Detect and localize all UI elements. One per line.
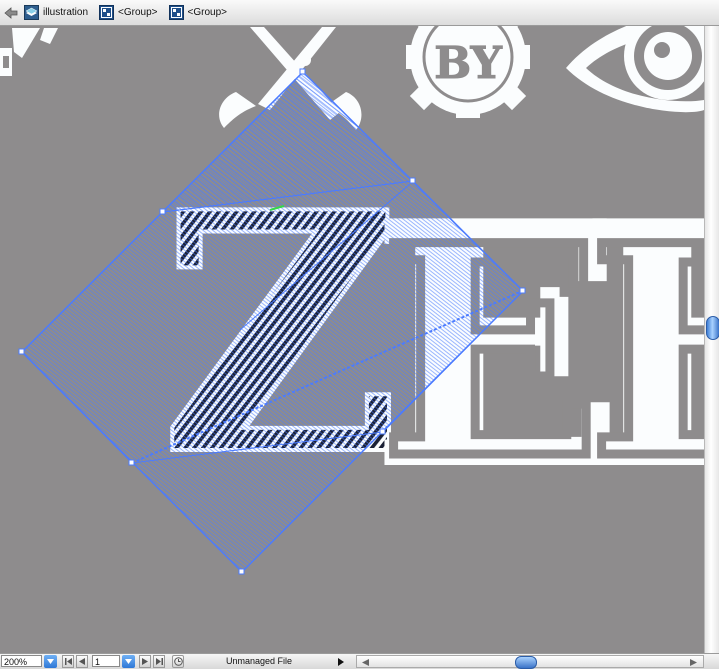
breadcrumb-label: <Group>: [118, 7, 158, 18]
status-options-button[interactable]: [172, 655, 184, 668]
vertical-scroll-thumb[interactable]: [706, 316, 719, 340]
letter-e-second: E E: [577, 149, 704, 543]
first-page-button[interactable]: [62, 655, 74, 668]
page-field[interactable]: 1: [92, 655, 120, 667]
scroll-right-button[interactable]: [687, 657, 699, 668]
group-icon: [99, 5, 115, 20]
previous-page-button[interactable]: [76, 655, 88, 668]
group-icon: [168, 5, 184, 20]
by-cog-badge: BY: [406, 26, 530, 118]
next-page-icon: [142, 658, 148, 665]
status-text: Unmanaged File: [226, 656, 293, 666]
scroll-left-button[interactable]: [359, 657, 371, 668]
play-right-icon: [338, 657, 344, 666]
vertical-scrollbar[interactable]: [704, 26, 719, 653]
breadcrumb-item-illustration[interactable]: illustration: [24, 3, 88, 23]
badge-text: BY: [434, 38, 502, 89]
last-page-button[interactable]: [153, 655, 165, 668]
scroll-left-icon: [361, 659, 369, 666]
previous-page-icon: [79, 658, 85, 665]
last-page-icon: [155, 658, 163, 665]
chevron-down-icon: [125, 659, 132, 664]
artboard-canvas[interactable]: BY Z Z E E E E: [0, 26, 704, 653]
page-dropdown-button[interactable]: [122, 655, 135, 668]
first-page-icon: [64, 658, 72, 665]
breadcrumb-label: illustration: [43, 7, 89, 18]
top-left-ornament: [0, 28, 58, 76]
layer-icon: [24, 5, 39, 20]
next-page-button[interactable]: [139, 655, 151, 668]
clock-icon: [173, 657, 183, 666]
horizontal-scroll-thumb[interactable]: [515, 656, 537, 669]
breadcrumb-item-group-2[interactable]: <Group>: [168, 3, 227, 23]
chevron-down-icon: [47, 659, 54, 664]
scroll-right-icon: [689, 659, 697, 666]
breadcrumb-label: <Group>: [187, 7, 227, 18]
breadcrumb-bar: illustration <Group> <Group>: [0, 0, 719, 26]
back-arrow-icon[interactable]: [3, 5, 19, 21]
status-bar: 200% 1 Unmanaged File: [0, 653, 719, 669]
zoom-dropdown-button[interactable]: [44, 655, 57, 668]
eye-ornament: [566, 26, 704, 113]
status-menu-button[interactable]: [336, 656, 346, 667]
illustration-artwork[interactable]: BY Z Z E E E E: [0, 26, 704, 653]
horizontal-scrollbar[interactable]: [356, 655, 704, 669]
letter-e-2-inline: E: [588, 183, 704, 523]
zoom-field[interactable]: 200%: [1, 655, 42, 667]
breadcrumb-item-group-1[interactable]: <Group>: [99, 3, 158, 23]
